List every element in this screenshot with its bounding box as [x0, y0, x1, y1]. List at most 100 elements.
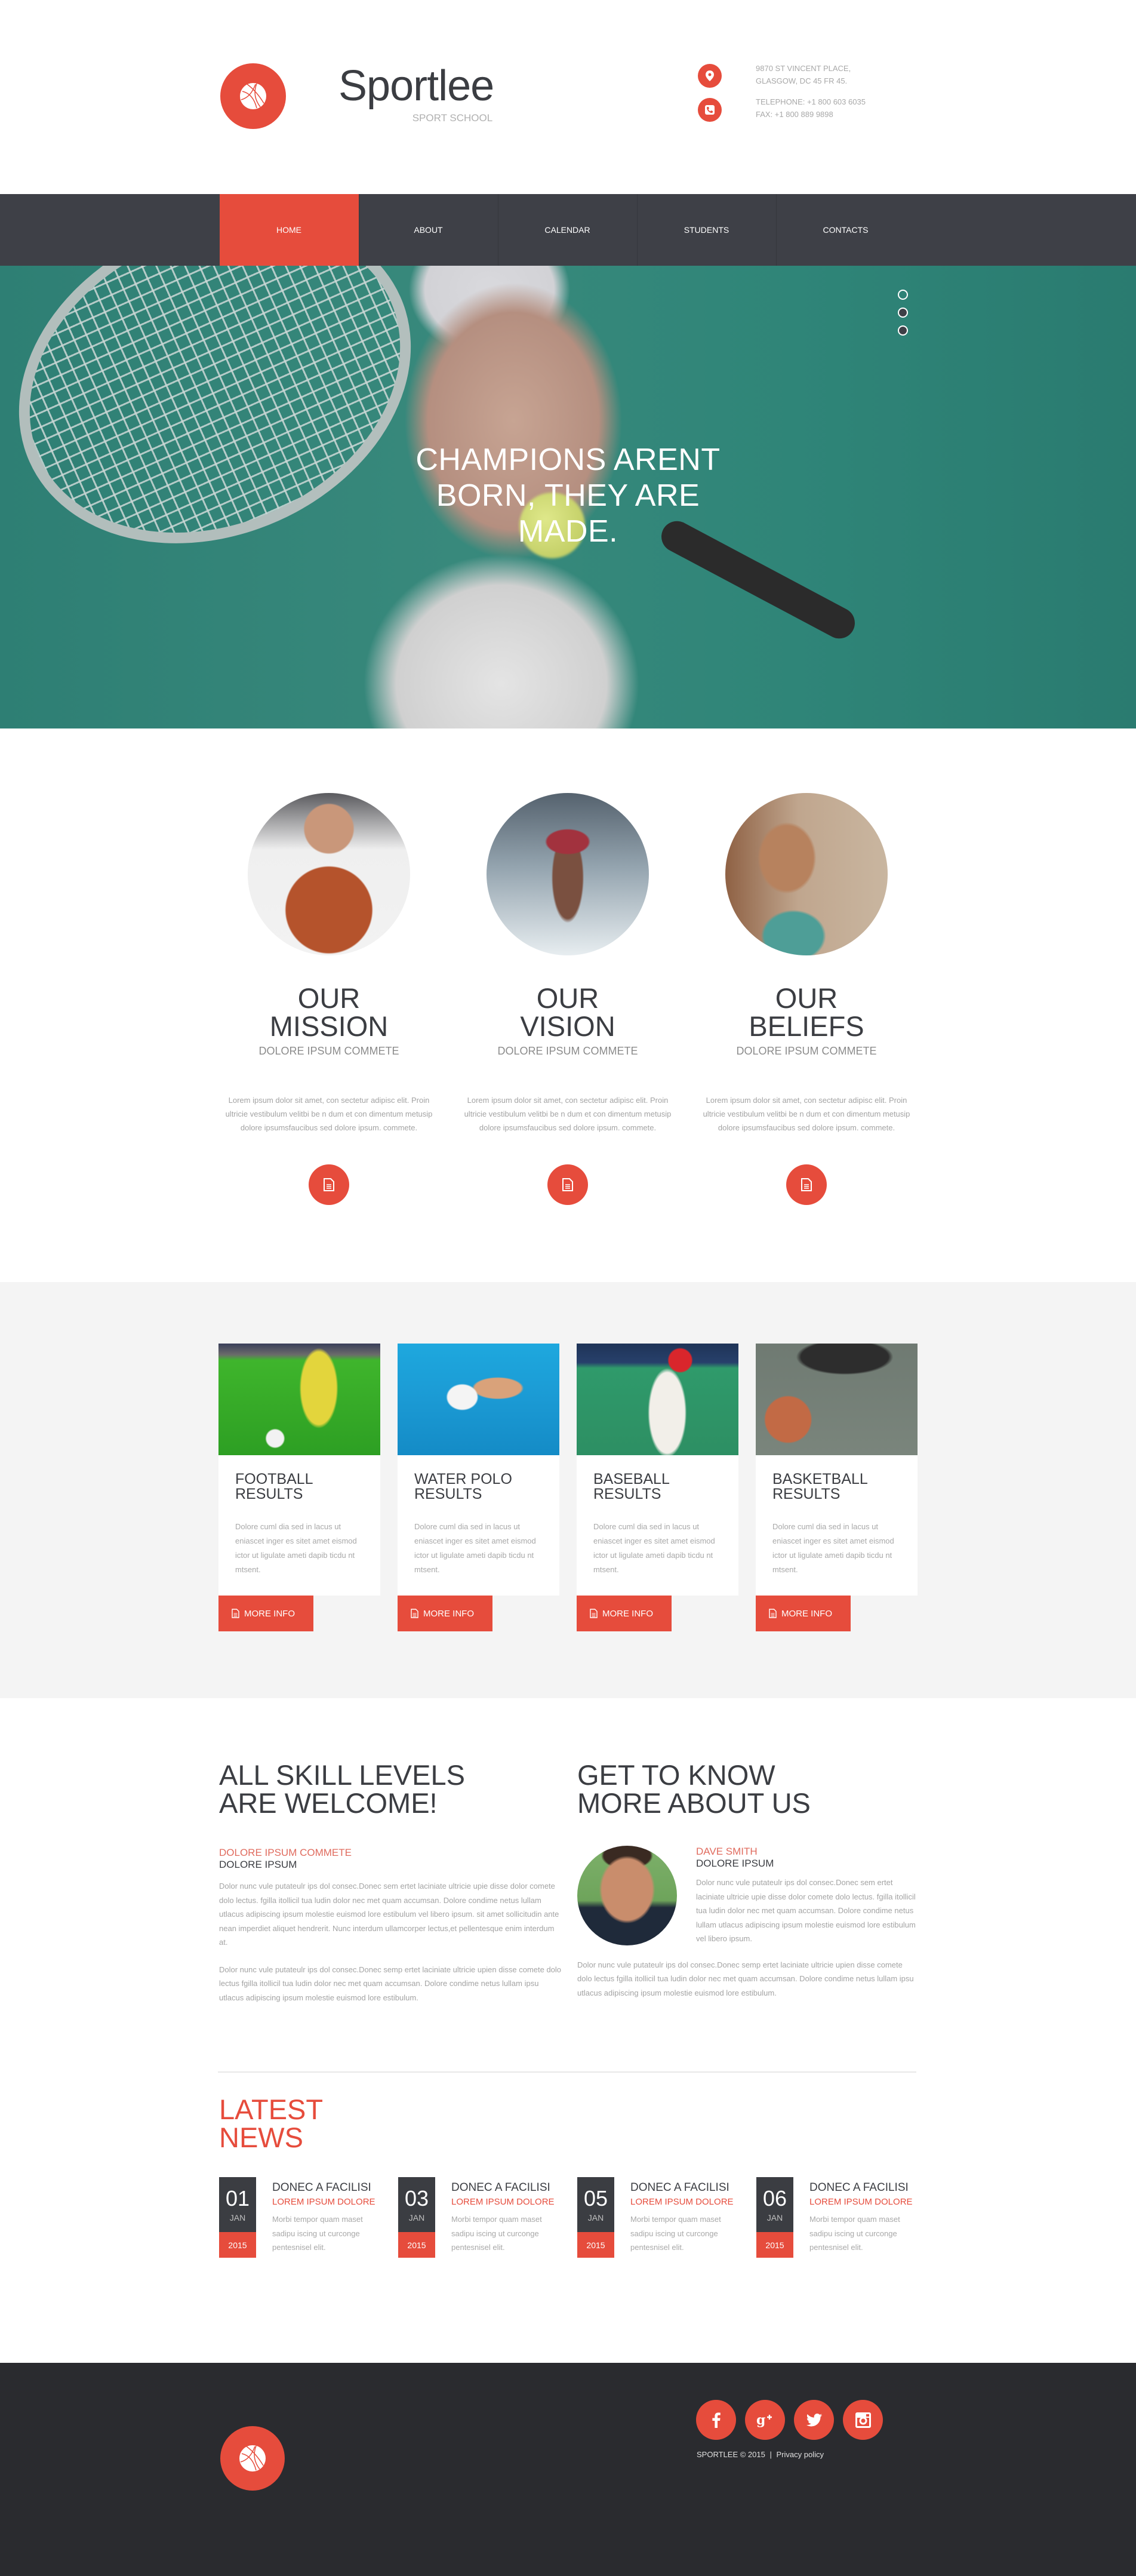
news-subtitle: LOREM IPSUM DOLORE: [809, 2197, 913, 2207]
heading-line-1: LATEST: [219, 2094, 324, 2125]
feature-title-line-1: OUR: [775, 982, 838, 1014]
map-pin-icon: [698, 64, 722, 88]
feature-title: OUR BELIEFS: [693, 984, 920, 1040]
date-month: JAN: [229, 2213, 246, 2223]
news-item[interactable]: 06 JAN 2015 DONEC A FACILISI LOREM IPSUM …: [756, 2177, 935, 2258]
news-item[interactable]: 03 JAN 2015 DONEC A FACILISI LOREM IPSUM …: [398, 2177, 577, 2258]
footer-separator: |: [769, 2450, 772, 2459]
result-image: [218, 1344, 380, 1455]
result-card-baseball: BASEBALL RESULTS Dolore cuml dia sed in …: [577, 1344, 738, 1631]
person-name[interactable]: DAVE SMITH: [696, 1846, 918, 1858]
result-title-line-2: RESULTS: [772, 1486, 841, 1502]
feature-more-button[interactable]: [309, 1164, 349, 1205]
footer-copyright: SPORTLEE © 2015 | Privacy policy: [697, 2450, 824, 2459]
fax: FAX: +1 800 889 9898: [756, 110, 833, 119]
more-info-label: MORE INFO: [781, 1608, 832, 1619]
date-day: 05: [583, 2186, 608, 2211]
feature-photo-mission: [248, 793, 410, 955]
slider-dot-2[interactable]: [898, 308, 908, 318]
person-info: DAVE SMITH DOLORE IPSUM Dolor nunc vule …: [696, 1846, 918, 1946]
date-month: JAN: [766, 2213, 783, 2223]
news-title[interactable]: DONEC A FACILISI: [272, 2181, 375, 2194]
slider-dot-1[interactable]: [898, 290, 908, 300]
instagram-button[interactable]: [843, 2400, 883, 2440]
more-info-button[interactable]: MORE INFO: [756, 1596, 851, 1631]
skill-levels-heading: ALL SKILL LEVELS ARE WELCOME!: [219, 1761, 562, 1817]
news-title[interactable]: DONEC A FACILISI: [630, 2181, 734, 2194]
date-day: 01: [225, 2186, 250, 2211]
feature-subtitle: DOLORE IPSUM COMMETE: [258, 1045, 399, 1057]
slider-dot-3[interactable]: [898, 325, 908, 336]
result-card-basketball: BASKETBALL RESULTS Dolore cuml dia sed i…: [756, 1344, 918, 1631]
basketball-icon: [239, 2445, 266, 2472]
date-month: JAN: [408, 2213, 425, 2223]
brand-tagline: SPORT SCHOOL: [412, 112, 493, 124]
footer-logo[interactable]: [220, 2426, 285, 2491]
document-icon: [590, 1609, 598, 1618]
site-header: Sportlee SPORT SCHOOL 9870 ST VINCENT PL…: [0, 0, 1136, 194]
logo[interactable]: [220, 63, 286, 129]
date-badge: 06 JAN 2015: [756, 2177, 793, 2258]
more-info-button[interactable]: MORE INFO: [218, 1596, 313, 1631]
date-year: 2015: [398, 2232, 435, 2258]
brand-name[interactable]: Sportlee: [338, 64, 494, 107]
feature-more-button[interactable]: [786, 1164, 827, 1205]
more-info-button[interactable]: MORE INFO: [398, 1596, 492, 1631]
result-title: BASKETBALL RESULTS: [772, 1472, 901, 1502]
date-badge: 05 JAN 2015: [577, 2177, 614, 2258]
news-text: Morbi tempor quam maset sadipu iscing ut…: [272, 2215, 363, 2252]
more-info-label: MORE INFO: [423, 1608, 474, 1619]
feature-title-line-1: OUR: [536, 982, 599, 1014]
document-icon: [411, 1609, 418, 1618]
result-title: BASEBALL RESULTS: [593, 1472, 722, 1502]
result-card-football: FOOTBALL RESULTS Dolore cuml dia sed in …: [218, 1344, 380, 1631]
hero-image-racket: [0, 266, 464, 604]
telephone[interactable]: TELEPHONE: +1 800 603 6035: [756, 96, 866, 108]
privacy-policy-link[interactable]: Privacy policy: [776, 2450, 823, 2459]
nav-item-contacts[interactable]: CONTACTS: [775, 194, 915, 266]
news-item[interactable]: 01 JAN 2015 DONEC A FACILISI LOREM IPSUM …: [219, 2177, 398, 2258]
date-badge: 03 JAN 2015: [398, 2177, 435, 2258]
nav-item-about[interactable]: ABOUT: [358, 194, 498, 266]
news-title[interactable]: DONEC A FACILISI: [451, 2181, 555, 2194]
document-icon: [324, 1178, 334, 1191]
social-links: g: [696, 2400, 883, 2440]
news-text: Morbi tempor quam maset sadipu iscing ut…: [451, 2215, 542, 2252]
news-body: DONEC A FACILISI LOREM IPSUM DOLORE Morb…: [630, 2177, 734, 2258]
result-text: Dolore cuml dia sed in lacus ut eniascet…: [772, 1522, 894, 1574]
twitter-icon: [806, 2413, 822, 2426]
news-subtitle: LOREM IPSUM DOLORE: [451, 2197, 555, 2207]
more-info-button[interactable]: MORE INFO: [577, 1596, 672, 1631]
feature-more-button[interactable]: [547, 1164, 588, 1205]
heading-line-2: ARE WELCOME!: [219, 1787, 438, 1819]
skill-levels-column: ALL SKILL LEVELS ARE WELCOME! DOLORE IPS…: [219, 1761, 562, 2005]
news-text: Morbi tempor quam maset sadipu iscing ut…: [809, 2215, 900, 2252]
result-body: BASEBALL RESULTS Dolore cuml dia sed in …: [577, 1455, 738, 1596]
google-plus-icon: g: [756, 2412, 772, 2428]
news-text: Morbi tempor quam maset sadipu iscing ut…: [630, 2215, 721, 2252]
nav-item-calendar[interactable]: CALENDAR: [497, 194, 637, 266]
phone-fax: TELEPHONE: +1 800 603 6035 FAX: +1 800 8…: [756, 96, 866, 121]
news-body: DONEC A FACILISI LOREM IPSUM DOLORE Morb…: [809, 2177, 913, 2258]
nav-item-home[interactable]: HOME: [219, 194, 359, 266]
instagram-icon: [855, 2412, 871, 2428]
document-icon: [232, 1609, 239, 1618]
heading-line-2: NEWS: [219, 2122, 303, 2153]
nav-item-students[interactable]: STUDENTS: [636, 194, 776, 266]
result-card-water-polo: WATER POLO RESULTS Dolore cuml dia sed i…: [398, 1344, 559, 1631]
about-us-heading: GET TO KNOW MORE ABOUT US: [577, 1761, 918, 1817]
hero-line-1: CHAMPIONS ARENT: [415, 442, 721, 477]
news-body: DONEC A FACILISI LOREM IPSUM DOLORE Morb…: [272, 2177, 375, 2258]
result-title-line-2: RESULTS: [414, 1486, 482, 1502]
feature-title-line-1: OUR: [297, 982, 361, 1014]
twitter-button[interactable]: [794, 2400, 834, 2440]
feature-text: Lorem ipsum dolor sit amet, con sectetur…: [464, 1096, 672, 1132]
news-title[interactable]: DONEC A FACILISI: [809, 2181, 913, 2194]
facebook-button[interactable]: [696, 2400, 736, 2440]
feature-title: OUR MISSION: [215, 984, 442, 1040]
news-item[interactable]: 05 JAN 2015 DONEC A FACILISI LOREM IPSUM …: [577, 2177, 756, 2258]
date-month: JAN: [587, 2213, 604, 2223]
basketball-icon: [240, 83, 266, 109]
about-paragraph: Dolor nunc vule putateulr ips dol consec…: [577, 1960, 914, 1997]
google-plus-button[interactable]: g: [745, 2400, 785, 2440]
